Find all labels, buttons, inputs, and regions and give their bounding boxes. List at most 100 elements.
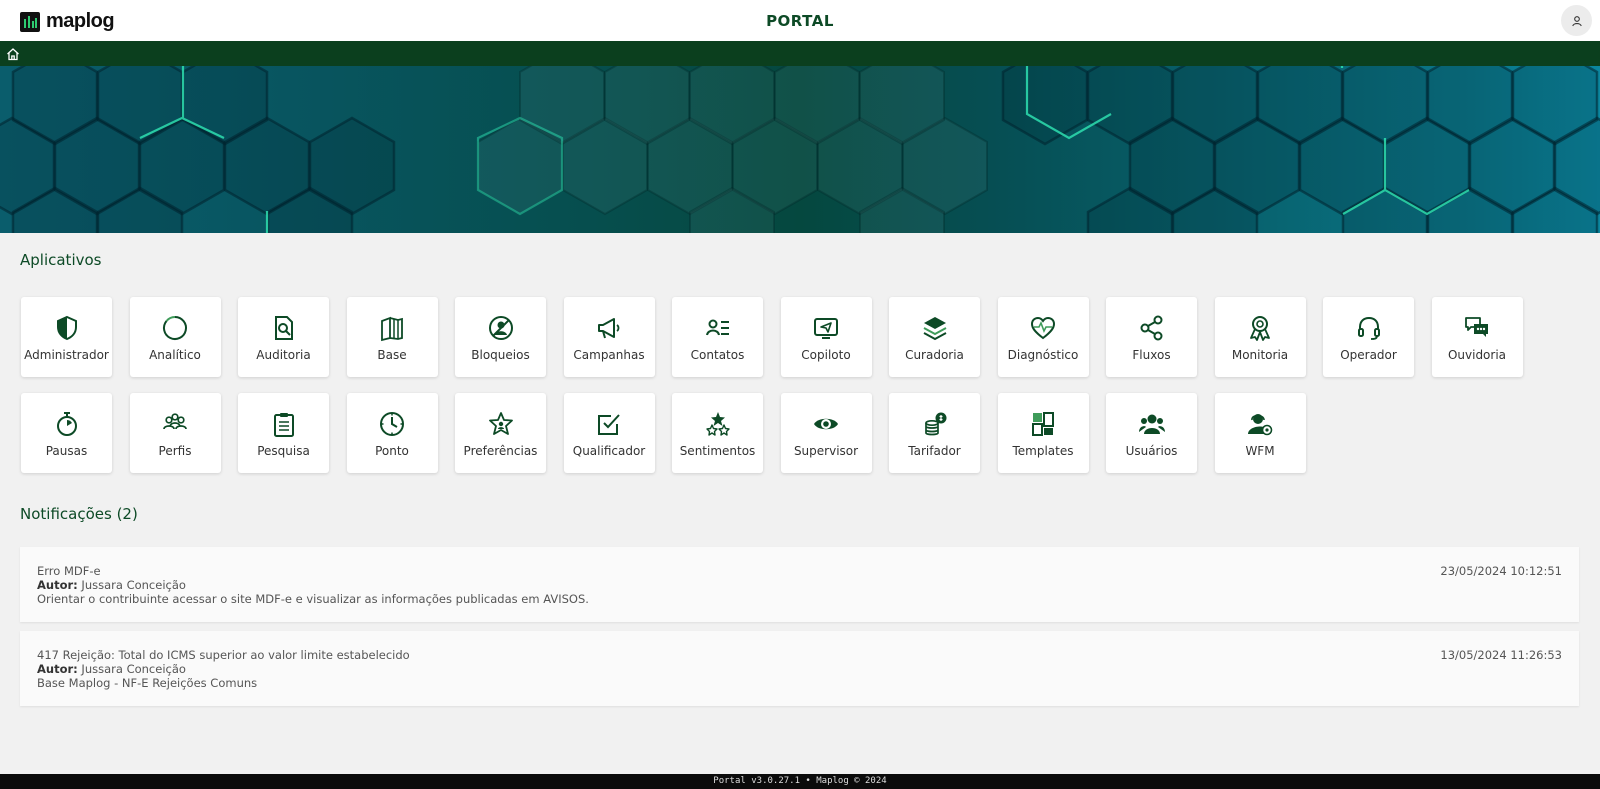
app-tile-label: Curadoria xyxy=(905,348,964,362)
users-icon xyxy=(1138,414,1165,434)
clipboard-icon xyxy=(273,413,294,437)
app-tile-supervisor[interactable]: Supervisor xyxy=(780,393,872,473)
checkbox-icon xyxy=(598,414,620,435)
app-tile-perfis[interactable]: Perfis xyxy=(129,393,221,473)
app-tile-administrador[interactable]: Administrador xyxy=(21,297,112,377)
notification-title: Erro MDF-e xyxy=(37,564,101,578)
app-tile-label: Perfis xyxy=(158,444,192,458)
clock-icon xyxy=(380,412,404,436)
books-icon xyxy=(381,316,403,342)
apps-section-title: Aplicativos xyxy=(20,251,102,269)
user-blocked-icon xyxy=(488,316,513,340)
app-tile-campanhas[interactable]: Campanhas xyxy=(563,297,655,377)
app-tile-usuarios[interactable]: Usuários xyxy=(1106,393,1197,473)
contact-list-icon xyxy=(705,319,729,336)
app-tile-label: Administrador xyxy=(24,348,109,362)
app-tile-label: Monitoria xyxy=(1231,348,1289,362)
user-icon xyxy=(1571,15,1582,26)
notification-body: Base Maplog - NF-E Rejeições Comuns xyxy=(37,676,258,690)
megaphone-icon xyxy=(598,318,620,339)
hexagon-banner xyxy=(0,66,1600,233)
app-tile-base[interactable]: Base xyxy=(346,297,438,377)
app-tile-label: Preferências xyxy=(463,444,538,458)
page-title: PORTAL xyxy=(766,12,834,30)
notifications-section-title: Notificações (2) xyxy=(20,505,138,523)
app-tile-wfm[interactable]: WFM xyxy=(1214,393,1306,473)
app-tile-copiloto[interactable]: Copiloto xyxy=(780,297,872,377)
template-icon xyxy=(1032,412,1054,436)
app-tile-label: Templates xyxy=(1012,444,1074,458)
app-tile-label: Pausas xyxy=(45,444,88,458)
app-tile-preferencias[interactable]: Preferências xyxy=(455,393,546,473)
app-tile-label: Sentimentos xyxy=(679,444,756,458)
screen-send-icon xyxy=(814,318,838,339)
headset-icon xyxy=(1357,316,1380,340)
app-tile-label: Auditoria xyxy=(256,348,311,362)
app-tile-ponto[interactable]: Ponto xyxy=(346,393,438,473)
app-tile-label: Ponto xyxy=(375,444,409,458)
user-menu-button[interactable] xyxy=(1561,5,1592,36)
author-label: Autor: xyxy=(37,662,78,676)
app-tile-label: Bloqueios xyxy=(471,348,530,362)
app-tile-label: Tarifador xyxy=(908,444,961,458)
app-tile-pausas[interactable]: Pausas xyxy=(21,393,112,473)
app-tile-label: Operador xyxy=(1340,348,1397,362)
share-nodes-icon xyxy=(1140,315,1162,341)
home-icon[interactable] xyxy=(6,47,20,61)
app-tile-ouvidoria[interactable]: Ouvidoria xyxy=(1431,297,1523,377)
stopwatch-icon xyxy=(56,412,77,436)
app-tile-pesquisa[interactable]: Pesquisa xyxy=(238,393,329,473)
star-badge-icon xyxy=(488,412,513,435)
footer: Portal v3.0.27.1 • Maplog © 2024 xyxy=(0,774,1600,789)
app-tile-label: Campanhas xyxy=(573,348,645,362)
shield-icon xyxy=(56,315,77,341)
app-tile-diagnostico[interactable]: Diagnóstico xyxy=(997,297,1089,377)
app-tile-label: Copiloto xyxy=(801,348,851,362)
layers-icon xyxy=(923,317,946,341)
stars-icon xyxy=(705,412,730,436)
app-tile-curadoria[interactable]: Curadoria xyxy=(889,297,980,377)
notification-card[interactable]: Erro MDF-e Autor: Jussara Conceição Orie… xyxy=(20,547,1579,622)
app-tile-label: Qualificador xyxy=(572,444,646,458)
app-tile-tarifador[interactable]: Tarifador xyxy=(889,393,980,473)
navigation-bar xyxy=(0,41,1600,66)
notification-title: 417 Rejeição: Total do ICMS superior ao … xyxy=(37,648,410,662)
heart-pulse-icon xyxy=(1030,316,1056,340)
app-tile-contatos[interactable]: Contatos xyxy=(672,297,763,377)
app-tile-label: Diagnóstico xyxy=(1007,348,1079,362)
app-tile-label: Contatos xyxy=(690,348,745,362)
circle-progress-icon xyxy=(163,315,187,340)
app-tile-label: Ouvidoria xyxy=(1447,348,1507,362)
app-tile-operador[interactable]: Operador xyxy=(1323,297,1414,377)
app-tile-auditoria[interactable]: Auditoria xyxy=(238,297,329,377)
coins-icon xyxy=(924,412,946,436)
document-search-icon xyxy=(274,316,293,340)
app-tile-fluxos[interactable]: Fluxos xyxy=(1106,297,1197,377)
notification-body: Orientar o contribuinte acessar o site M… xyxy=(37,592,589,606)
author-label: Autor: xyxy=(37,578,78,592)
author-name: Jussara Conceição xyxy=(81,578,186,592)
author-name: Jussara Conceição xyxy=(81,662,186,676)
top-bar: maplog PORTAL xyxy=(0,0,1600,41)
notification-author: Autor: Jussara Conceição xyxy=(37,578,186,592)
app-tile-monitoria[interactable]: Monitoria xyxy=(1214,297,1306,377)
user-gear-icon xyxy=(1248,414,1273,436)
award-icon xyxy=(1250,316,1270,341)
app-tile-sentimentos[interactable]: Sentimentos xyxy=(672,393,763,473)
chat-bubbles-icon xyxy=(1465,317,1488,337)
hexagon-pattern xyxy=(0,66,1600,233)
app-tile-analitico[interactable]: Analítico xyxy=(129,297,221,377)
notification-date: 13/05/2024 11:26:53 xyxy=(1440,648,1562,662)
app-tile-label: Analítico xyxy=(149,348,201,362)
app-tile-qualificador[interactable]: Qualificador xyxy=(563,393,655,473)
app-tile-templates[interactable]: Templates xyxy=(997,393,1089,473)
notification-card[interactable]: 417 Rejeição: Total do ICMS superior ao … xyxy=(20,631,1579,706)
app-tile-bloqueios[interactable]: Bloqueios xyxy=(455,297,546,377)
eye-icon xyxy=(814,418,838,430)
app-tile-label: Fluxos xyxy=(1132,348,1171,362)
app-tile-label: Pesquisa xyxy=(257,444,310,458)
users-group-icon xyxy=(163,413,187,430)
app-tile-label: Usuários xyxy=(1125,444,1178,458)
app-tile-label: WFM xyxy=(1245,444,1275,458)
notification-author: Autor: Jussara Conceição xyxy=(37,662,186,676)
